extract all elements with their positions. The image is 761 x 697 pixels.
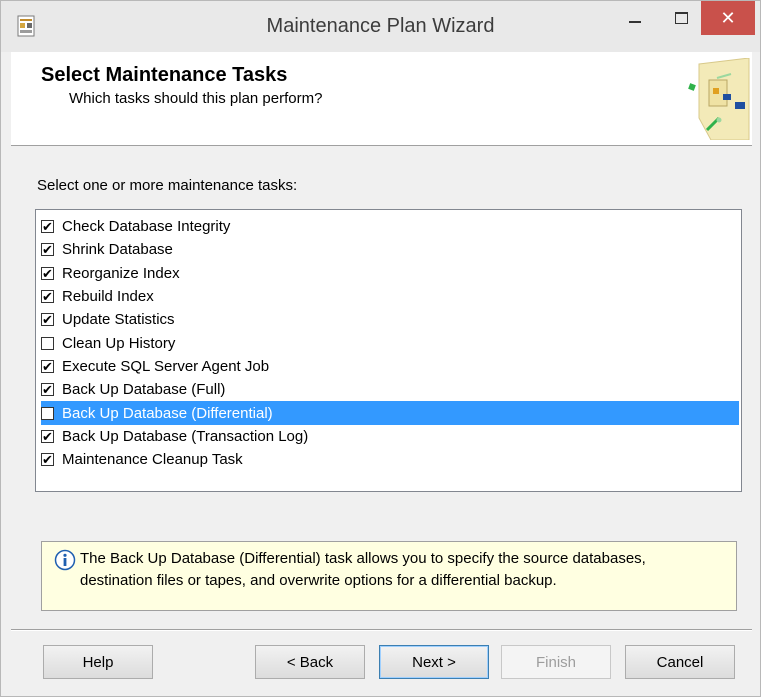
task-label: Update Statistics (62, 311, 175, 329)
task-checkbox[interactable]: ✔ (41, 289, 54, 305)
checkmark-icon: ✔ (42, 312, 53, 328)
checkmark-icon: ✔ (42, 265, 53, 281)
maintenance-plan-graphic-icon (688, 58, 750, 140)
checkmark-icon: ✔ (42, 428, 53, 444)
maintenance-task-list[interactable]: ✔ Check Database Integrity ✔ Shrink Databas… (35, 209, 742, 492)
help-button[interactable]: Help (43, 645, 153, 679)
close-button[interactable]: ✕ (701, 1, 755, 35)
checkmark-icon: ✔ (42, 382, 53, 398)
task-checkbox[interactable]: ✔ (41, 452, 54, 468)
button-divider (11, 629, 752, 631)
task-list-prompt: Select one or more maintenance tasks: (37, 177, 298, 194)
task-list-item[interactable]: Clean Up History (41, 331, 739, 354)
task-list-item[interactable]: ✔ Back Up Database (Transaction Log) (41, 425, 739, 448)
info-icon (54, 549, 76, 571)
task-checkbox[interactable]: ✔ (41, 219, 54, 235)
task-label: Shrink Database (62, 241, 173, 259)
task-list-item[interactable]: ✔ Rebuild Index (41, 285, 739, 308)
task-list-item[interactable]: ✔ Shrink Database (41, 238, 739, 261)
task-checkbox[interactable]: ✔ (41, 358, 54, 374)
close-icon: ✕ (720, 8, 736, 28)
task-checkbox[interactable]: ✔ (41, 242, 54, 258)
checkmark-icon: ✔ (42, 289, 53, 305)
task-list-item[interactable]: ✔ Update Statistics (41, 308, 739, 331)
task-checkbox[interactable] (41, 406, 54, 420)
finish-button: Finish (501, 645, 611, 679)
task-description-box: The Back Up Database (Differential) task… (41, 541, 737, 611)
title-bar[interactable]: Maintenance Plan Wizard ✕ (1, 1, 760, 52)
checkmark-icon: ✔ (42, 452, 53, 468)
task-label: Back Up Database (Differential) (62, 404, 273, 422)
task-label: Clean Up History (62, 334, 176, 352)
checkmark-icon: ✔ (42, 219, 53, 235)
maximize-button[interactable] (658, 1, 704, 35)
task-checkbox[interactable]: ✔ (41, 312, 54, 328)
maximize-icon (674, 12, 688, 24)
task-checkbox[interactable] (41, 336, 54, 350)
task-label: Reorganize Index (62, 264, 180, 282)
task-checkbox[interactable]: ✔ (41, 428, 54, 444)
cancel-button[interactable]: Cancel (625, 645, 735, 679)
back-button[interactable]: < Back (255, 645, 365, 679)
page-title: Select Maintenance Tasks (41, 64, 288, 86)
task-label: Rebuild Index (62, 288, 154, 306)
task-description-text: The Back Up Database (Differential) task… (80, 550, 646, 589)
wizard-header: Select Maintenance Tasks Which tasks sho… (11, 52, 752, 146)
page-subtitle: Which tasks should this plan perform? (69, 90, 323, 107)
task-label: Back Up Database (Transaction Log) (62, 427, 309, 445)
minimize-button[interactable] (612, 1, 658, 35)
checkmark-icon: ✔ (42, 358, 53, 374)
task-label: Check Database Integrity (62, 218, 231, 236)
task-list-item[interactable]: ✔ Execute SQL Server Agent Job (41, 355, 739, 378)
task-list-item[interactable]: ✔ Check Database Integrity (41, 215, 739, 238)
task-list-item[interactable]: Back Up Database (Differential) (41, 401, 739, 425)
task-label: Maintenance Cleanup Task (62, 451, 243, 469)
task-list-item[interactable]: ✔ Maintenance Cleanup Task (41, 448, 739, 471)
checkmark-icon: ✔ (42, 242, 53, 258)
task-label: Execute SQL Server Agent Job (62, 357, 270, 375)
next-button[interactable]: Next > (379, 645, 489, 679)
task-checkbox[interactable]: ✔ (41, 382, 54, 398)
task-checkbox[interactable]: ✔ (41, 265, 54, 281)
task-list-item[interactable]: ✔ Back Up Database (Full) (41, 378, 739, 401)
maintenance-plan-wizard-window: Maintenance Plan Wizard ✕ Select Mainten… (0, 0, 761, 697)
minimize-icon (629, 21, 641, 23)
task-label: Back Up Database (Full) (62, 381, 226, 399)
task-list-item[interactable]: ✔ Reorganize Index (41, 262, 739, 285)
